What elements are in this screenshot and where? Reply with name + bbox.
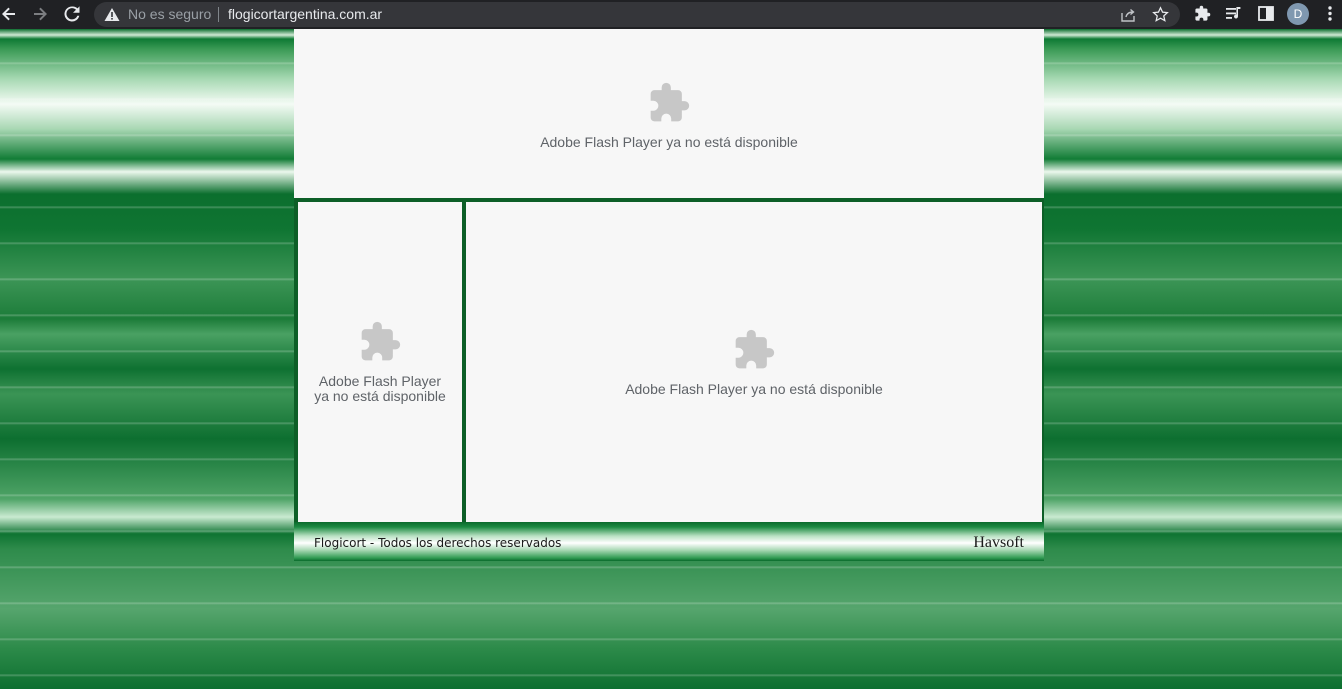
menu-kebab-icon[interactable] — [1326, 5, 1334, 22]
main-flash-placeholder[interactable]: Adobe Flash Player ya no está disponible — [466, 202, 1042, 522]
reload-icon — [64, 6, 80, 22]
reload-button[interactable] — [61, 4, 83, 24]
security-status[interactable]: No es seguro — [128, 6, 211, 23]
address-bar[interactable]: No es seguro flogicortargentina.com.ar — [94, 2, 1180, 27]
warning-icon[interactable] — [104, 7, 120, 22]
share-icon[interactable] — [1120, 7, 1136, 23]
arrow-right-icon — [34, 7, 47, 21]
arrow-left-icon — [2, 7, 15, 21]
puzzle-piece-icon — [650, 82, 690, 122]
browser-toolbar: No es seguro flogicortargentina.com.ar D — [0, 0, 1342, 29]
bookmark-star-icon[interactable] — [1152, 6, 1169, 23]
flash-unavailable-message: Adobe Flash Player ya no está disponible — [540, 134, 798, 150]
copyright-text: Flogicort - Todos los derechos reservado… — [314, 536, 562, 550]
flash-unavailable-message: Adobe Flash Player ya no está disponible — [625, 380, 883, 397]
sidebar-flash-placeholder[interactable]: Adobe Flash Player ya no está disponible — [298, 202, 462, 522]
back-button[interactable] — [0, 4, 20, 24]
header-flash-placeholder[interactable]: Adobe Flash Player ya no está disponible — [294, 33, 1044, 198]
url-text[interactable]: flogicortargentina.com.ar — [228, 6, 382, 23]
site-frame: Adobe Flash Player ya no está disponible… — [294, 29, 1044, 561]
page-background: Adobe Flash Player ya no está disponible… — [0, 29, 1342, 689]
developer-credit: Havsoft — [973, 534, 1024, 551]
side-panel-icon[interactable] — [1258, 5, 1274, 22]
media-queue-icon[interactable] — [1225, 5, 1243, 22]
forward-button[interactable] — [29, 4, 51, 24]
flash-unavailable-message: Adobe Flash Player ya no está disponible — [314, 373, 446, 404]
puzzle-piece-icon — [735, 329, 775, 368]
profile-avatar[interactable]: D — [1287, 3, 1309, 25]
site-footer: Flogicort - Todos los derechos reservado… — [294, 522, 1044, 561]
right-border — [1042, 202, 1044, 522]
puzzle-piece-icon — [361, 321, 401, 361]
omnibox-separator — [218, 7, 219, 22]
extensions-icon[interactable] — [1194, 5, 1211, 22]
